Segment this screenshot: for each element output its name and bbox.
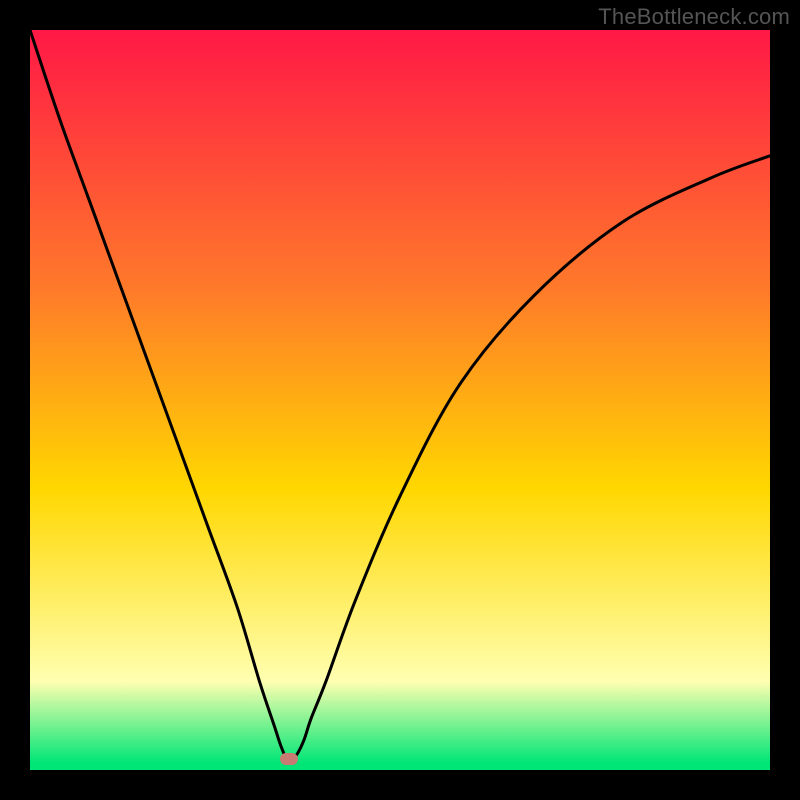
bottleneck-curve	[30, 30, 770, 763]
minimum-marker-icon	[280, 753, 298, 765]
plot-area	[30, 30, 770, 770]
chart-frame: TheBottleneck.com	[0, 0, 800, 800]
watermark-text: TheBottleneck.com	[598, 4, 790, 30]
curve-svg	[30, 30, 770, 770]
